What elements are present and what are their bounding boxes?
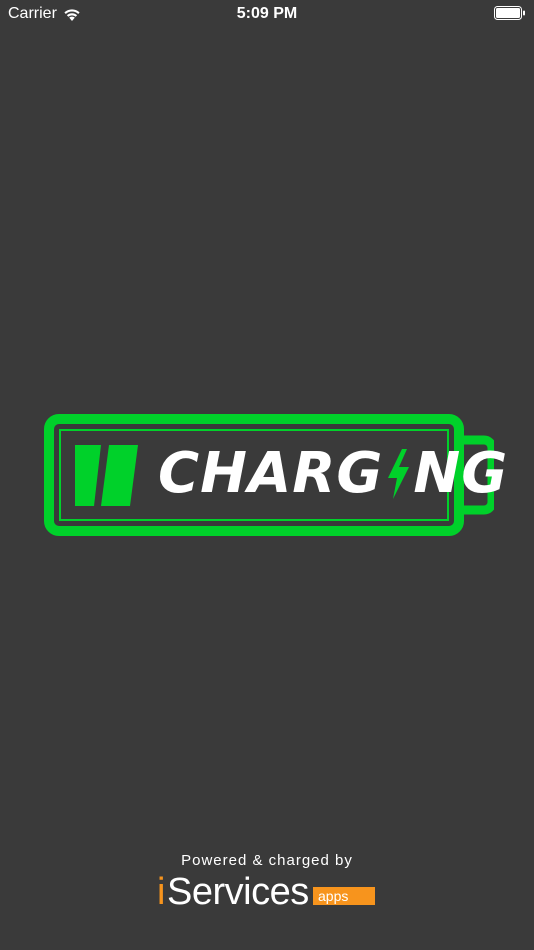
iservices-logo: i Services apps bbox=[157, 868, 397, 916]
wordmark-prefix: CHARG bbox=[158, 441, 384, 506]
powered-by-text: Powered & charged by bbox=[181, 852, 353, 869]
status-bar: Carrier 5:09 PM bbox=[0, 0, 534, 28]
battery-icon bbox=[494, 6, 526, 20]
wordmark-suffix: NG bbox=[413, 441, 509, 506]
brand-apps-badge: apps bbox=[313, 887, 375, 905]
charging-logo: CHARG NG bbox=[44, 414, 507, 536]
brand-name: Services bbox=[167, 871, 309, 913]
brand-i: i bbox=[157, 871, 166, 913]
status-time: 5:09 PM bbox=[236, 5, 298, 22]
splash-screen: Carrier 5:09 PM CHARG NG Powered & charg… bbox=[0, 0, 534, 950]
lightning-bolt-icon bbox=[385, 449, 411, 499]
charging-wordmark: CHARG NG bbox=[158, 442, 508, 506]
